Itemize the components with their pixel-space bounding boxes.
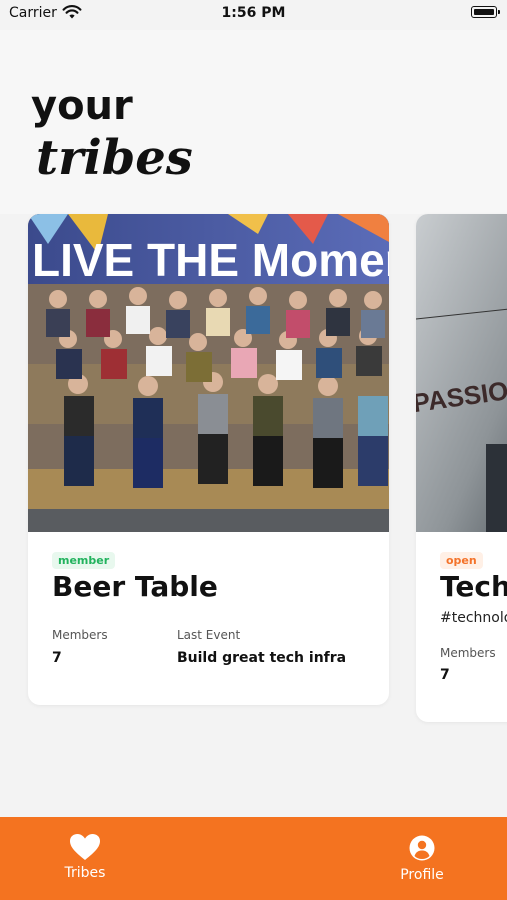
stat-value-last-event: Build great tech infra	[177, 650, 347, 666]
stat-value-members: 7	[52, 650, 62, 666]
stat-value-members: 7	[440, 667, 450, 683]
page-title-line1: your	[31, 83, 133, 129]
status-time: 1:56 PM	[221, 5, 286, 21]
heart-icon	[70, 834, 100, 860]
tribe-photo: LIVE THE Moment	[28, 214, 389, 532]
page-title-line2: tribes	[36, 130, 193, 186]
tribe-card[interactable]: LIVE THE Moment member Beer Table Member…	[28, 214, 389, 705]
battery-icon	[471, 6, 500, 18]
tab-profile[interactable]: Profile	[337, 817, 507, 900]
tribe-hashtag: #technolo	[440, 610, 507, 626]
tribe-photo: PASSIO	[416, 214, 507, 532]
status-bar: Carrier 1:56 PM	[0, 0, 507, 30]
tribe-card[interactable]: PASSIO open Tech #technolo Members 7	[416, 214, 507, 722]
membership-badge: open	[440, 552, 483, 569]
tribes-carousel[interactable]: LIVE THE Moment member Beer Table Member…	[0, 212, 507, 732]
tab-label-profile: Profile	[400, 867, 444, 883]
stat-label-last-event: Last Event	[177, 628, 241, 642]
tribe-name: Tech	[440, 570, 507, 603]
tribe-name: Beer Table	[52, 570, 218, 603]
stat-label-members: Members	[440, 646, 496, 660]
tab-tribes[interactable]: Tribes	[0, 817, 170, 900]
tab-bar: Tribes Profile	[0, 817, 507, 900]
membership-badge: member	[52, 552, 116, 569]
photo-wall-text: LIVE THE Moment	[32, 234, 389, 286]
person-circle-icon	[409, 835, 435, 861]
tab-label-tribes: Tribes	[64, 865, 106, 881]
stat-label-members: Members	[52, 628, 108, 642]
